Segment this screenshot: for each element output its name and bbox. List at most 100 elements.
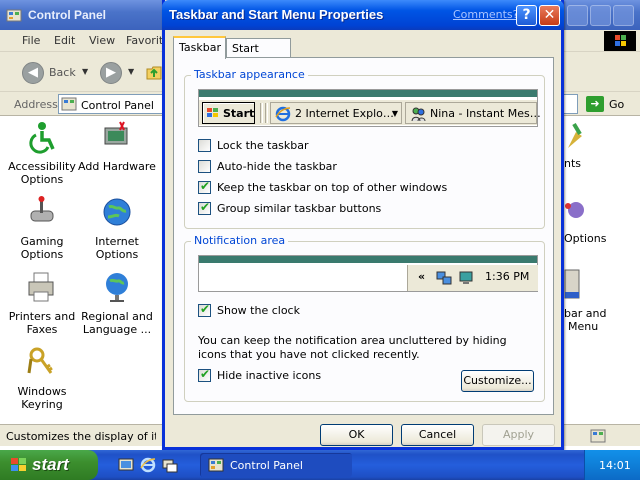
minimize-button[interactable] <box>567 5 588 26</box>
checkbox-box[interactable] <box>198 302 211 317</box>
customize-button[interactable]: Customize... <box>461 370 534 392</box>
globe-icon <box>103 198 131 226</box>
cp-item-label: Gaming Options <box>20 235 64 261</box>
windows-taskbar: start Control Panel 14:01 <box>0 450 640 480</box>
notification-area-legend: Notification area <box>191 234 289 247</box>
cp-item-label: Windows Keyring <box>17 385 67 411</box>
close-button[interactable]: ✕ <box>539 5 560 26</box>
cp-item-internet-options[interactable]: Internet Options <box>77 195 157 261</box>
taskbar-appearance-group: Taskbar appearance Start 2 Internet Expl… <box>184 68 545 229</box>
taskbar-item-label: Control Panel <box>230 459 303 472</box>
go-arrow-icon[interactable]: ➜ <box>586 96 604 112</box>
taskbar-item-control-panel[interactable]: Control Panel <box>200 453 352 477</box>
preview-ie-group: 2 Internet Explo… ▼ <box>270 102 402 124</box>
cp-item-label: Accessibility Options <box>8 160 76 186</box>
tray-time: 1:36 PM <box>485 270 530 283</box>
help-button[interactable]: ? <box>516 5 537 26</box>
partial-taskbar-label[interactable]: bar and <box>564 307 606 320</box>
preview-desktop-stripe <box>199 90 537 97</box>
checkbox-box[interactable] <box>198 139 211 152</box>
lock-taskbar-checkbox[interactable]: Lock the taskbar <box>198 138 528 154</box>
close-window-button[interactable] <box>613 5 634 26</box>
back-arrow-icon[interactable]: ◀ <box>22 62 44 84</box>
cp-item-add-hardware[interactable]: Add Hardware <box>77 120 157 173</box>
preview-ie-label: 2 Internet Explo… <box>295 107 394 120</box>
dialog-titlebar[interactable]: Taskbar and Start Menu Properties Commen… <box>162 0 564 30</box>
preview-start-label: Start <box>223 107 255 120</box>
partial-taskbar-icon <box>564 269 580 299</box>
address-label: Address <box>14 98 58 111</box>
taskbar-clock[interactable]: 14:01 <box>599 459 631 472</box>
comments-link[interactable]: Comments? <box>453 8 518 21</box>
partial-options-label[interactable]: Options <box>564 232 606 245</box>
printer-icon <box>28 272 54 302</box>
checkbox-box[interactable] <box>198 160 211 173</box>
menu-view[interactable]: View <box>89 34 115 47</box>
go-button-label[interactable]: Go <box>609 98 624 111</box>
forward-dropdown-icon[interactable]: ▼ <box>128 67 134 76</box>
add-hardware-icon <box>104 121 128 145</box>
menu-edit[interactable]: Edit <box>54 34 75 47</box>
taskbar-preview: Start 2 Internet Explo… ▼ Nina - Instant… <box>198 89 541 127</box>
menu-favorites[interactable]: Favorit <box>126 34 163 47</box>
internet-explorer-icon[interactable] <box>140 457 156 473</box>
back-dropdown-icon[interactable]: ▼ <box>82 67 88 76</box>
checkbox-label[interactable]: Hide inactive icons <box>217 369 321 382</box>
checkbox-box[interactable] <box>198 179 211 194</box>
keep-on-top-checkbox[interactable]: Keep the taskbar on top of other windows <box>198 179 528 196</box>
control-panel-title: Control Panel <box>28 8 107 22</box>
partial-options-icon <box>565 202 584 218</box>
cp-item-label: Add Hardware <box>78 160 156 173</box>
checkbox-box[interactable] <box>198 367 211 382</box>
taskbar-tab-panel: Taskbar appearance Start 2 Internet Expl… <box>173 57 554 415</box>
cp-item-printers-faxes[interactable]: Printers and Faxes <box>2 270 82 336</box>
show-desktop-icon[interactable] <box>118 457 134 473</box>
forward-arrow-icon[interactable]: ▶ <box>100 62 122 84</box>
windows-logo <box>604 31 636 51</box>
checkbox-label[interactable]: Show the clock <box>217 304 300 317</box>
messenger-icon <box>411 107 426 122</box>
hide-inactive-checkbox[interactable]: Hide inactive icons <box>198 367 398 384</box>
internet-explorer-icon <box>275 106 291 122</box>
apply-button[interactable]: Apply <box>482 424 555 446</box>
start-button[interactable]: start <box>0 450 98 480</box>
cancel-button[interactable]: Cancel <box>401 424 474 446</box>
partial-item-icon <box>568 122 582 148</box>
checkbox-label[interactable]: Group similar taskbar buttons <box>217 202 381 215</box>
preview-separator <box>265 103 268 123</box>
gamepad-icon <box>30 196 54 222</box>
control-panel-icon <box>208 458 224 472</box>
up-folder-icon[interactable] <box>146 63 162 81</box>
tab-start-menu[interactable]: Start Menu <box>226 38 291 68</box>
taskbar-appearance-legend: Taskbar appearance <box>191 68 308 81</box>
accessibility-icon <box>29 122 55 154</box>
checkbox-label[interactable]: Keep the taskbar on top of other windows <box>217 181 447 194</box>
notification-preview: « 1:36 PM <box>198 255 538 292</box>
cp-item-accessibility[interactable]: Accessibility Options <box>2 120 82 186</box>
tab-taskbar[interactable]: Taskbar <box>173 36 226 59</box>
checkbox-label[interactable]: Auto-hide the taskbar <box>217 160 337 173</box>
cp-item-label: Regional and Language ... <box>81 310 153 336</box>
control-panel-small-icon <box>61 97 77 111</box>
show-clock-checkbox[interactable]: Show the clock <box>198 302 528 319</box>
group-buttons-checkbox[interactable]: Group similar taskbar buttons <box>198 200 528 217</box>
checkbox-box[interactable] <box>198 200 211 215</box>
windows-flag-icon <box>207 108 218 117</box>
cp-item-gaming-options[interactable]: Gaming Options <box>2 195 82 261</box>
back-button-label[interactable]: Back <box>49 66 76 79</box>
network-quicklaunch-icon[interactable] <box>162 457 178 473</box>
address-value: Control Panel <box>81 99 154 112</box>
partial-item-label[interactable]: nts <box>564 157 581 170</box>
auto-hide-checkbox[interactable]: Auto-hide the taskbar <box>198 159 528 175</box>
taskbar-properties-dialog: Taskbar and Start Menu Properties Commen… <box>162 0 564 450</box>
cp-item-windows-keyring[interactable]: Windows Keyring <box>2 345 82 411</box>
checkbox-label[interactable]: Lock the taskbar <box>217 139 309 152</box>
cp-item-regional-language[interactable]: Regional and Language ... <box>77 270 157 336</box>
preview-separator <box>260 103 263 123</box>
partial-menu-label[interactable]: Menu <box>568 320 598 333</box>
menu-file[interactable]: File <box>22 34 40 47</box>
system-tray: 14:01 <box>584 450 640 480</box>
keyring-icon <box>27 347 53 374</box>
maximize-button[interactable] <box>590 5 611 26</box>
ok-button[interactable]: OK <box>320 424 393 446</box>
